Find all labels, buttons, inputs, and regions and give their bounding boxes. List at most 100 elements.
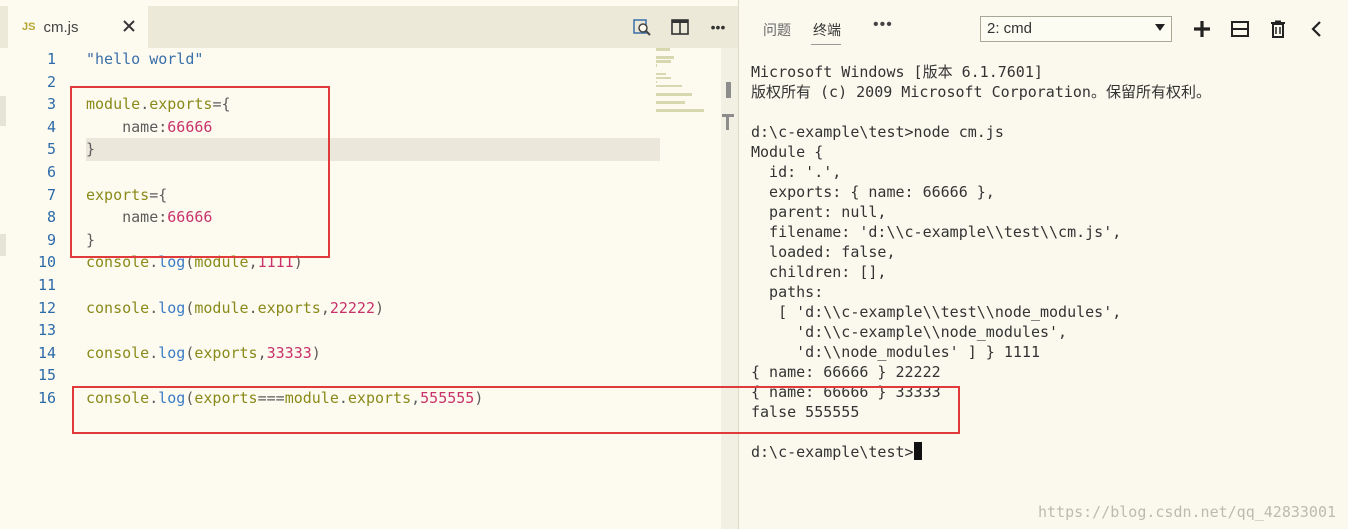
annotation-box-exports — [70, 86, 330, 258]
line-number: 11 — [37, 275, 56, 294]
terminal-line: Module { — [751, 143, 824, 161]
minimap-line — [656, 101, 685, 104]
line-number: 5 — [46, 140, 56, 159]
minimap-line — [656, 56, 674, 59]
line-number: 8 — [46, 208, 56, 227]
terminal-header: 问题 终端 ••• 2: cmd — [739, 8, 1348, 48]
split-editor-icon[interactable] — [668, 16, 692, 38]
tab-terminal[interactable]: 终端 — [813, 20, 841, 40]
code-token: ) — [311, 343, 321, 362]
minimap-line — [656, 93, 693, 96]
code-line: console.log(exports,33333) — [86, 342, 666, 365]
terminal-line: 版权所有 (c) 2009 Microsoft Corporation。保留所有… — [751, 83, 1211, 101]
terminal-line: { name: 66666 } 22222 — [751, 363, 941, 381]
watermark: https://blog.csdn.net/qq_42833001 — [1037, 503, 1336, 521]
editor-tab-bar: JS cm.js ••• — [0, 6, 738, 48]
terminal-prompt-line[interactable]: d:\c-example\test> — [751, 442, 1341, 462]
line-number: 14 — [37, 343, 56, 362]
add-icon[interactable] — [1191, 16, 1213, 42]
minimap-line — [656, 76, 672, 80]
line-number: 6 — [46, 162, 56, 181]
code-token: ) — [375, 298, 385, 317]
line-number: 1 — [46, 50, 56, 68]
line-number: 4 — [46, 117, 56, 136]
terminal-prompt: d:\c-example\test> — [751, 443, 914, 461]
terminal-select[interactable]: 2: cmd — [980, 16, 1172, 42]
code-token: , — [320, 298, 330, 317]
chevron-left-icon[interactable] — [1305, 16, 1327, 42]
minimap-line — [656, 48, 671, 51]
terminal-line: parent: null, — [751, 203, 887, 221]
terminal-line: [ 'd:\\c-example\\test\\node_modules', — [751, 303, 1122, 321]
minimap-line — [656, 109, 704, 112]
code-token: , — [257, 343, 267, 362]
line-number: 12 — [37, 298, 56, 317]
code-token: . — [149, 298, 159, 317]
code-token: log — [158, 343, 186, 362]
terminal-actions — [1191, 16, 1348, 42]
tab-cm-js[interactable]: JS cm.js — [8, 6, 148, 48]
open-preview-icon[interactable] — [630, 16, 654, 38]
close-icon[interactable] — [120, 17, 138, 35]
terminal-line: id: '.', — [751, 163, 842, 181]
annotation-box-comparison — [72, 386, 960, 434]
tab-problems[interactable]: 问题 — [763, 20, 791, 40]
line-number-gutter: 1 2 3 4 5 6 7 8 9 10 11 12 13 14 15 16 — [0, 48, 68, 410]
minimap-line — [656, 64, 658, 67]
minimap-line — [656, 72, 666, 76]
code-token: 22222 — [329, 298, 375, 317]
code-token: 33333 — [266, 343, 312, 362]
code-token: exports — [257, 298, 321, 317]
line-number: 13 — [37, 321, 56, 340]
active-tab-underline — [811, 44, 841, 45]
javascript-file-icon: JS — [22, 21, 36, 33]
minimap[interactable] — [656, 48, 706, 112]
maximize-icon[interactable] — [1343, 16, 1348, 42]
tab-filename: cm.js — [43, 18, 79, 36]
terminal-select-value: 2: cmd — [987, 20, 1033, 37]
line-number: 15 — [37, 366, 56, 385]
terminal-line: Microsoft Windows [版本 6.1.7601] — [751, 63, 1043, 81]
trash-icon[interactable] — [1267, 16, 1289, 42]
code-token: . — [248, 298, 258, 317]
terminal-panel: 问题 终端 ••• 2: cmd Microsoft Windows [版本 6… — [738, 0, 1348, 529]
terminal-line: 'd:\\node_modules' ] } 1111 — [751, 343, 1040, 361]
code-token: console — [86, 298, 150, 317]
line-number: 7 — [46, 185, 56, 204]
line-number: 9 — [46, 230, 56, 249]
minimap-line — [656, 80, 658, 84]
terminal-cursor — [913, 442, 922, 460]
split-icon[interactable] — [1229, 16, 1251, 42]
line-number: 10 — [37, 253, 56, 272]
line-number: 2 — [46, 72, 56, 91]
dropdown-arrow-icon — [1155, 24, 1165, 31]
editor-pane: JS cm.js ••• 1 2 3 4 5 6 7 8 9 10 11 12 13 14 15 16 "he… — [0, 0, 738, 529]
terminal-line: filename: 'd:\\c-example\\test\\cm.js', — [751, 223, 1122, 241]
line-number: 16 — [37, 388, 56, 407]
scrollbar-marker — [726, 82, 731, 98]
terminal-line: paths: — [751, 283, 824, 301]
code-line: "hello world" — [86, 48, 666, 71]
code-token: console — [86, 343, 150, 362]
editor-actions: ••• — [630, 16, 730, 38]
code-line: console.log(module.exports,22222) — [86, 297, 666, 320]
terminal-line: 'd:\\c-example\\node_modules', — [751, 323, 1068, 341]
terminal-line: loaded: false, — [751, 243, 896, 261]
scrollbar-marker — [722, 114, 734, 130]
terminal-line: exports: { name: 66666 }, — [751, 183, 995, 201]
code-token: module — [194, 298, 249, 317]
minimap-line — [656, 84, 683, 88]
more-actions-icon[interactable]: ••• — [706, 16, 730, 38]
more-panels-icon[interactable]: ••• — [873, 16, 893, 34]
code-token: . — [149, 343, 159, 362]
code-token: "hello world" — [86, 50, 204, 68]
terminal-line: children: [], — [751, 263, 887, 281]
terminal-line: d:\c-example\test>node cm.js — [751, 123, 1004, 141]
code-token: exports — [194, 343, 258, 362]
line-number: 3 — [46, 95, 56, 114]
code-token: log — [158, 298, 186, 317]
